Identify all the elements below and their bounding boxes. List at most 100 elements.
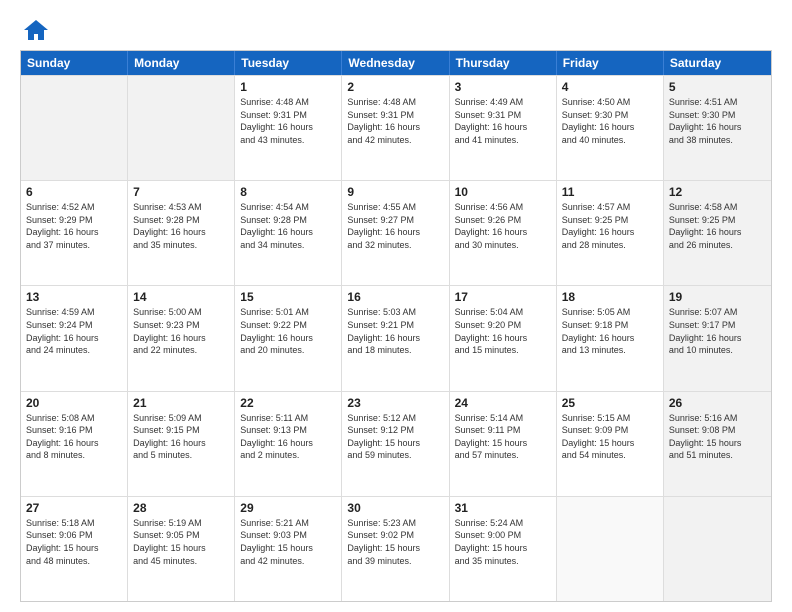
weekday-header-friday: Friday [557, 51, 664, 75]
day-cell-24: 24Sunrise: 5:14 AM Sunset: 9:11 PM Dayli… [450, 392, 557, 496]
day-info-25: Sunrise: 5:15 AM Sunset: 9:09 PM Dayligh… [562, 412, 658, 462]
day-number-22: 22 [240, 396, 336, 410]
day-cell-22: 22Sunrise: 5:11 AM Sunset: 9:13 PM Dayli… [235, 392, 342, 496]
empty-cell-0-1 [128, 76, 235, 180]
day-number-16: 16 [347, 290, 443, 304]
day-number-6: 6 [26, 185, 122, 199]
day-number-7: 7 [133, 185, 229, 199]
day-number-4: 4 [562, 80, 658, 94]
day-cell-23: 23 Sunrise: 5:12 AM Sunset: 9:12 PM Dayli… [342, 392, 449, 496]
day-number-9: 9 [347, 185, 443, 199]
day-number-8: 8 [240, 185, 336, 199]
day-cell-29: 29Sunrise: 5:21 AM Sunset: 9:03 PM Dayli… [235, 497, 342, 601]
day-cell-17: 17Sunrise: 5:04 AM Sunset: 9:20 PM Dayli… [450, 286, 557, 390]
day-number-10: 10 [455, 185, 551, 199]
day-info-13: Sunrise: 4:59 AM Sunset: 9:24 PM Dayligh… [26, 306, 122, 356]
day-number-23: 23 [347, 396, 443, 410]
day-info-3: Sunrise: 4:49 AM Sunset: 9:31 PM Dayligh… [455, 96, 551, 146]
day-info-6: Sunrise: 4:52 AM Sunset: 9:29 PM Dayligh… [26, 201, 122, 251]
day-cell-1: 1 Sunrise: 4:48 AM Sunset: 9:31 PM Daylig… [235, 76, 342, 180]
day-cell-4: 4 Sunrise: 4:50 AM Sunset: 9:30 PM Daylig… [557, 76, 664, 180]
empty-cell-4-6 [664, 497, 771, 601]
day-info-1: Sunrise: 4:48 AM Sunset: 9:31 PM Dayligh… [240, 96, 336, 146]
day-info-24: Sunrise: 5:14 AM Sunset: 9:11 PM Dayligh… [455, 412, 551, 462]
day-number-28: 28 [133, 501, 229, 515]
day-cell-3: 3 Sunrise: 4:49 AM Sunset: 9:31 PM Daylig… [450, 76, 557, 180]
day-info-14: Sunrise: 5:00 AM Sunset: 9:23 PM Dayligh… [133, 306, 229, 356]
day-cell-11: 11 Sunrise: 4:57 AM Sunset: 9:25 PM Dayli… [557, 181, 664, 285]
day-info-10: Sunrise: 4:56 AM Sunset: 9:26 PM Dayligh… [455, 201, 551, 251]
weekday-header-sunday: Sunday [21, 51, 128, 75]
day-number-14: 14 [133, 290, 229, 304]
day-cell-21: 21 Sunrise: 5:09 AM Sunset: 9:15 PM Dayli… [128, 392, 235, 496]
day-cell-28: 28 Sunrise: 5:19 AM Sunset: 9:05 PM Dayli… [128, 497, 235, 601]
day-cell-19: 19Sunrise: 5:07 AM Sunset: 9:17 PM Dayli… [664, 286, 771, 390]
day-cell-8: 8Sunrise: 4:54 AM Sunset: 9:28 PM Daylig… [235, 181, 342, 285]
day-info-18: Sunrise: 5:05 AM Sunset: 9:18 PM Dayligh… [562, 306, 658, 356]
logo-icon [22, 16, 50, 44]
day-info-19: Sunrise: 5:07 AM Sunset: 9:17 PM Dayligh… [669, 306, 766, 356]
calendar-row-0: 1 Sunrise: 4:48 AM Sunset: 9:31 PM Daylig… [21, 75, 771, 180]
weekday-header-wednesday: Wednesday [342, 51, 449, 75]
day-cell-7: 7 Sunrise: 4:53 AM Sunset: 9:28 PM Daylig… [128, 181, 235, 285]
day-info-29: Sunrise: 5:21 AM Sunset: 9:03 PM Dayligh… [240, 517, 336, 567]
day-info-9: Sunrise: 4:55 AM Sunset: 9:27 PM Dayligh… [347, 201, 443, 251]
day-cell-15: 15 Sunrise: 5:01 AM Sunset: 9:22 PM Dayli… [235, 286, 342, 390]
day-number-12: 12 [669, 185, 766, 199]
day-cell-9: 9 Sunrise: 4:55 AM Sunset: 9:27 PM Daylig… [342, 181, 449, 285]
day-cell-13: 13 Sunrise: 4:59 AM Sunset: 9:24 PM Dayli… [21, 286, 128, 390]
day-number-3: 3 [455, 80, 551, 94]
day-number-26: 26 [669, 396, 766, 410]
day-number-2: 2 [347, 80, 443, 94]
day-info-2: Sunrise: 4:48 AM Sunset: 9:31 PM Dayligh… [347, 96, 443, 146]
day-number-13: 13 [26, 290, 122, 304]
weekday-header-tuesday: Tuesday [235, 51, 342, 75]
day-number-20: 20 [26, 396, 122, 410]
day-cell-10: 10 Sunrise: 4:56 AM Sunset: 9:26 PM Dayli… [450, 181, 557, 285]
day-number-18: 18 [562, 290, 658, 304]
day-number-27: 27 [26, 501, 122, 515]
day-cell-20: 20 Sunrise: 5:08 AM Sunset: 9:16 PM Dayli… [21, 392, 128, 496]
calendar-body: 1 Sunrise: 4:48 AM Sunset: 9:31 PM Daylig… [21, 75, 771, 601]
header [20, 16, 772, 40]
day-number-31: 31 [455, 501, 551, 515]
day-number-11: 11 [562, 185, 658, 199]
day-number-5: 5 [669, 80, 766, 94]
empty-cell-4-5 [557, 497, 664, 601]
day-info-26: Sunrise: 5:16 AM Sunset: 9:08 PM Dayligh… [669, 412, 766, 462]
calendar-header: SundayMondayTuesdayWednesdayThursdayFrid… [21, 51, 771, 75]
day-cell-12: 12Sunrise: 4:58 AM Sunset: 9:25 PM Dayli… [664, 181, 771, 285]
day-number-17: 17 [455, 290, 551, 304]
weekday-header-saturday: Saturday [664, 51, 771, 75]
day-info-27: Sunrise: 5:18 AM Sunset: 9:06 PM Dayligh… [26, 517, 122, 567]
day-info-7: Sunrise: 4:53 AM Sunset: 9:28 PM Dayligh… [133, 201, 229, 251]
day-info-23: Sunrise: 5:12 AM Sunset: 9:12 PM Dayligh… [347, 412, 443, 462]
calendar-row-2: 13 Sunrise: 4:59 AM Sunset: 9:24 PM Dayli… [21, 285, 771, 390]
day-number-1: 1 [240, 80, 336, 94]
day-number-21: 21 [133, 396, 229, 410]
day-cell-31: 31Sunrise: 5:24 AM Sunset: 9:00 PM Dayli… [450, 497, 557, 601]
weekday-header-thursday: Thursday [450, 51, 557, 75]
page: SundayMondayTuesdayWednesdayThursdayFrid… [0, 0, 792, 612]
calendar: SundayMondayTuesdayWednesdayThursdayFrid… [20, 50, 772, 602]
day-info-16: Sunrise: 5:03 AM Sunset: 9:21 PM Dayligh… [347, 306, 443, 356]
day-cell-25: 25 Sunrise: 5:15 AM Sunset: 9:09 PM Dayli… [557, 392, 664, 496]
day-cell-2: 2 Sunrise: 4:48 AM Sunset: 9:31 PM Daylig… [342, 76, 449, 180]
day-cell-14: 14 Sunrise: 5:00 AM Sunset: 9:23 PM Dayli… [128, 286, 235, 390]
logo [20, 16, 50, 40]
day-info-28: Sunrise: 5:19 AM Sunset: 9:05 PM Dayligh… [133, 517, 229, 567]
day-cell-27: 27 Sunrise: 5:18 AM Sunset: 9:06 PM Dayli… [21, 497, 128, 601]
day-info-20: Sunrise: 5:08 AM Sunset: 9:16 PM Dayligh… [26, 412, 122, 462]
day-info-21: Sunrise: 5:09 AM Sunset: 9:15 PM Dayligh… [133, 412, 229, 462]
day-cell-6: 6 Sunrise: 4:52 AM Sunset: 9:29 PM Daylig… [21, 181, 128, 285]
day-number-25: 25 [562, 396, 658, 410]
day-cell-30: 30Sunrise: 5:23 AM Sunset: 9:02 PM Dayli… [342, 497, 449, 601]
day-cell-16: 16 Sunrise: 5:03 AM Sunset: 9:21 PM Dayli… [342, 286, 449, 390]
day-info-30: Sunrise: 5:23 AM Sunset: 9:02 PM Dayligh… [347, 517, 443, 567]
day-info-4: Sunrise: 4:50 AM Sunset: 9:30 PM Dayligh… [562, 96, 658, 146]
day-number-15: 15 [240, 290, 336, 304]
day-info-15: Sunrise: 5:01 AM Sunset: 9:22 PM Dayligh… [240, 306, 336, 356]
weekday-header-monday: Monday [128, 51, 235, 75]
day-cell-5: 5Sunrise: 4:51 AM Sunset: 9:30 PM Daylig… [664, 76, 771, 180]
day-info-11: Sunrise: 4:57 AM Sunset: 9:25 PM Dayligh… [562, 201, 658, 251]
